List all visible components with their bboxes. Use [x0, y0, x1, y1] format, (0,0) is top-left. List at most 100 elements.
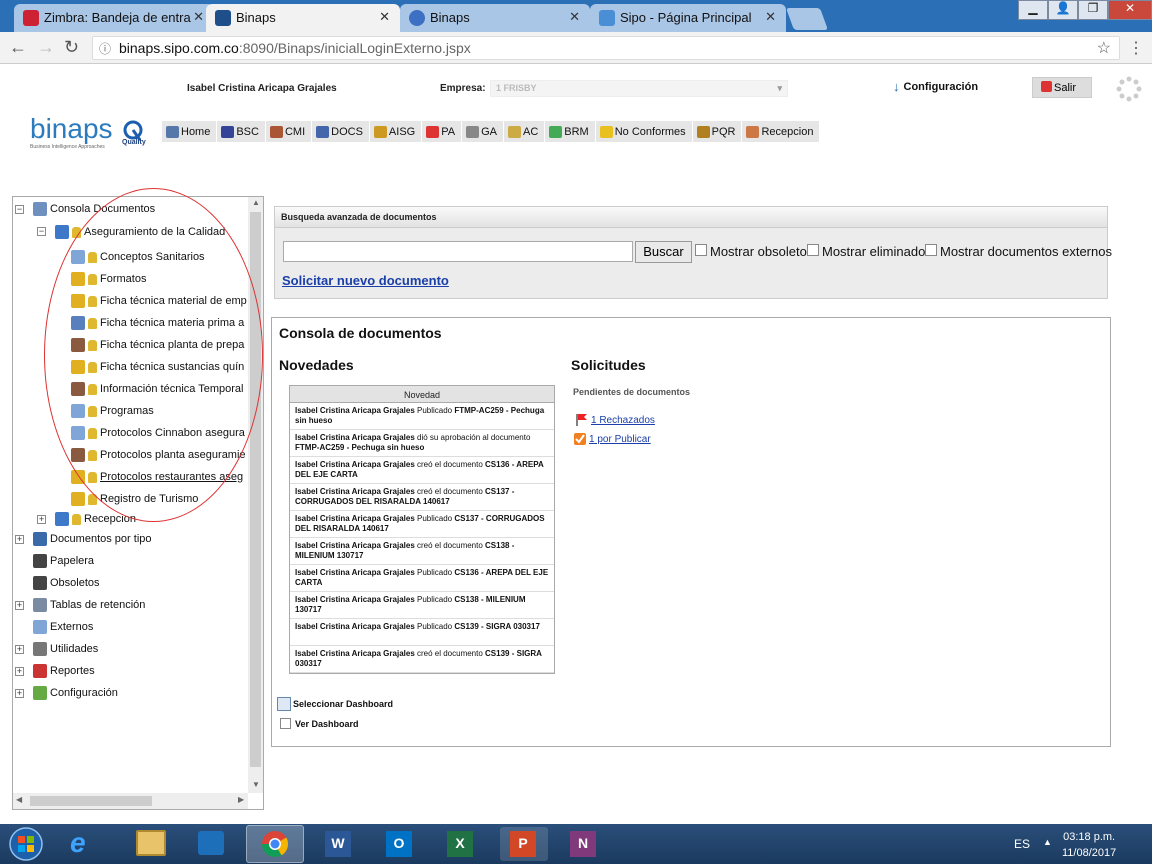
novedad-document: CS139 - SIGRA 030317 [454, 622, 540, 631]
info-icon[interactable]: ⓘ [99, 40, 111, 57]
por-publicar-link[interactable]: 1 por Publicar [573, 432, 651, 446]
tree-node-papelera[interactable]: Papelera [33, 553, 94, 569]
configuracion-link[interactable]: ↓ Configuración [893, 79, 978, 94]
internet-explorer-icon[interactable]: e [70, 827, 86, 859]
salir-button[interactable]: Salir [1032, 77, 1092, 98]
tree-node-configuración[interactable]: Configuración [33, 685, 118, 701]
tab-binaps[interactable]: Binaps ✕ [400, 4, 590, 32]
back-icon[interactable]: ← [9, 37, 27, 58]
tree-node-label: Configuración [50, 687, 118, 699]
tab-title: Binaps [430, 10, 470, 25]
menu-item-label: PQR [711, 125, 736, 138]
tree-node-tablas-de-retención[interactable]: Tablas de retención [33, 597, 145, 613]
tab-sipo[interactable]: Sipo - Página Principal ✕ [590, 4, 786, 32]
powerpoint-taskbar-button[interactable]: P [500, 827, 548, 861]
media-player-icon[interactable] [198, 831, 224, 855]
taskbar-clock[interactable]: 03:18 p.m. 11/08/2017 [1062, 829, 1116, 861]
ver-dashboard-checkbox[interactable] [280, 718, 291, 729]
maximize-button[interactable]: ❐ [1078, 0, 1108, 20]
search-input[interactable] [283, 241, 633, 262]
expand-icon[interactable]: + [15, 601, 24, 610]
novedad-user: Isabel Cristina Aricapa Grajales [295, 487, 415, 496]
expand-icon[interactable]: + [15, 535, 24, 544]
menu-item-recepcion[interactable]: Recepcion [742, 121, 821, 142]
clock-time: 03:18 p.m. [1063, 831, 1116, 843]
close-icon[interactable]: ✕ [193, 9, 204, 25]
onenote-icon[interactable]: N [570, 831, 596, 857]
menu-item-no-conformes[interactable]: No Conformes [595, 121, 693, 142]
menu-item-brm[interactable]: BRM [545, 121, 596, 142]
start-button[interactable] [6, 826, 46, 862]
menu-item-ac[interactable]: AC [503, 121, 546, 142]
close-window-button[interactable]: ✕ [1108, 0, 1152, 20]
tree-horizontal-scroll-thumb[interactable] [30, 796, 152, 806]
empresa-select[interactable]: 1 FRISBY ▾ [490, 80, 788, 97]
tree-node-utilidades[interactable]: Utilidades [33, 641, 98, 657]
scroll-down-icon[interactable]: ▼ [252, 780, 260, 789]
tree-node-obsoletos[interactable]: Obsoletos [33, 575, 100, 591]
seleccionar-dashboard-link[interactable]: Seleccionar Dashboard [277, 697, 393, 711]
externos-checkbox[interactable] [925, 244, 937, 256]
star-icon[interactable]: ☆ [1097, 38, 1111, 58]
solicitar-nuevo-documento-link[interactable]: Solicitar nuevo documento [282, 273, 449, 288]
excel-icon[interactable]: X [447, 831, 473, 857]
menu-item-label: PA [441, 125, 456, 138]
forward-icon[interactable]: → [37, 37, 55, 58]
menu-item-label: BSC [236, 125, 259, 138]
menu-item-docs[interactable]: DOCS [312, 121, 370, 142]
collapse-icon[interactable]: − [15, 205, 24, 214]
tab-title: Zimbra: Bandeja de entra [44, 10, 191, 25]
menu-item-ga[interactable]: GA [462, 121, 504, 142]
table-row: Isabel Cristina Aricapa Grajales Publica… [290, 619, 554, 646]
user-name: Isabel Cristina Aricapa Grajales [187, 83, 337, 94]
scroll-up-icon[interactable]: ▲ [252, 198, 260, 207]
minimize-button[interactable]: ▁ [1018, 0, 1048, 20]
file-explorer-icon[interactable] [136, 830, 166, 856]
pqr-icon [696, 125, 710, 138]
expand-icon[interactable]: + [37, 515, 46, 524]
eliminados-checkbox[interactable] [807, 244, 819, 256]
obsoletos-label: Mostrar obsoletos [710, 244, 814, 259]
aisg-icon [373, 125, 387, 138]
tree-node-documentos-por-tipo[interactable]: Documentos por tipo [33, 531, 152, 547]
table-row: Isabel Cristina Aricapa Grajales creó el… [290, 538, 554, 565]
rechazados-link[interactable]: 1 Rechazados [575, 413, 655, 427]
tree-node-label: Utilidades [50, 643, 99, 655]
word-icon[interactable]: W [325, 831, 351, 857]
expand-icon[interactable]: + [15, 667, 24, 676]
menu-item-home[interactable]: Home [162, 121, 218, 142]
menu-item-pa[interactable]: PA [422, 121, 463, 142]
tray-arrow-icon[interactable]: ▲ [1043, 837, 1052, 847]
reload-icon[interactable]: ↻ [64, 37, 79, 58]
tree-node-externos[interactable]: Externos [33, 619, 93, 635]
ver-dashboard-option[interactable]: Ver Dashboard [280, 718, 359, 729]
language-indicator[interactable]: ES [1014, 837, 1030, 851]
menu-item-bsc[interactable]: BSC [217, 121, 266, 142]
tab-zimbra[interactable]: Zimbra: Bandeja de entra ✕ [14, 4, 214, 32]
close-icon[interactable]: ✕ [765, 9, 776, 25]
menu-item-pqr[interactable]: PQR [692, 121, 743, 142]
tree-node-label: Externos [50, 621, 94, 633]
folder-icon [33, 576, 47, 590]
new-tab-button[interactable] [785, 8, 829, 30]
scroll-left-icon[interactable]: ◀ [16, 795, 22, 804]
collapse-icon[interactable]: − [37, 227, 46, 236]
menu-item-aisg[interactable]: AISG [369, 121, 423, 142]
obsoletos-checkbox[interactable] [695, 244, 707, 256]
close-icon[interactable]: ✕ [569, 9, 580, 25]
menu-icon[interactable]: ⋮ [1128, 38, 1144, 58]
close-icon[interactable]: ✕ [379, 9, 390, 25]
chrome-taskbar-button[interactable] [246, 825, 304, 863]
zimbra-favicon-icon [23, 10, 39, 26]
scroll-right-icon[interactable]: ▶ [238, 795, 244, 804]
expand-icon[interactable]: + [15, 645, 24, 654]
outlook-icon[interactable]: O [386, 831, 412, 857]
tree-node-label: Documentos por tipo [50, 533, 152, 545]
folder-icon [33, 202, 47, 216]
tab-binaps-active[interactable]: Binaps ✕ [206, 4, 400, 32]
menu-item-cmi[interactable]: CMI [265, 121, 313, 142]
expand-icon[interactable]: + [15, 689, 24, 698]
url-input[interactable]: ⓘ binaps.sipo.com.co:8090/Binaps/inicial… [92, 36, 1120, 60]
buscar-button[interactable]: Buscar [635, 241, 692, 263]
tree-node-reportes[interactable]: Reportes [33, 663, 95, 679]
